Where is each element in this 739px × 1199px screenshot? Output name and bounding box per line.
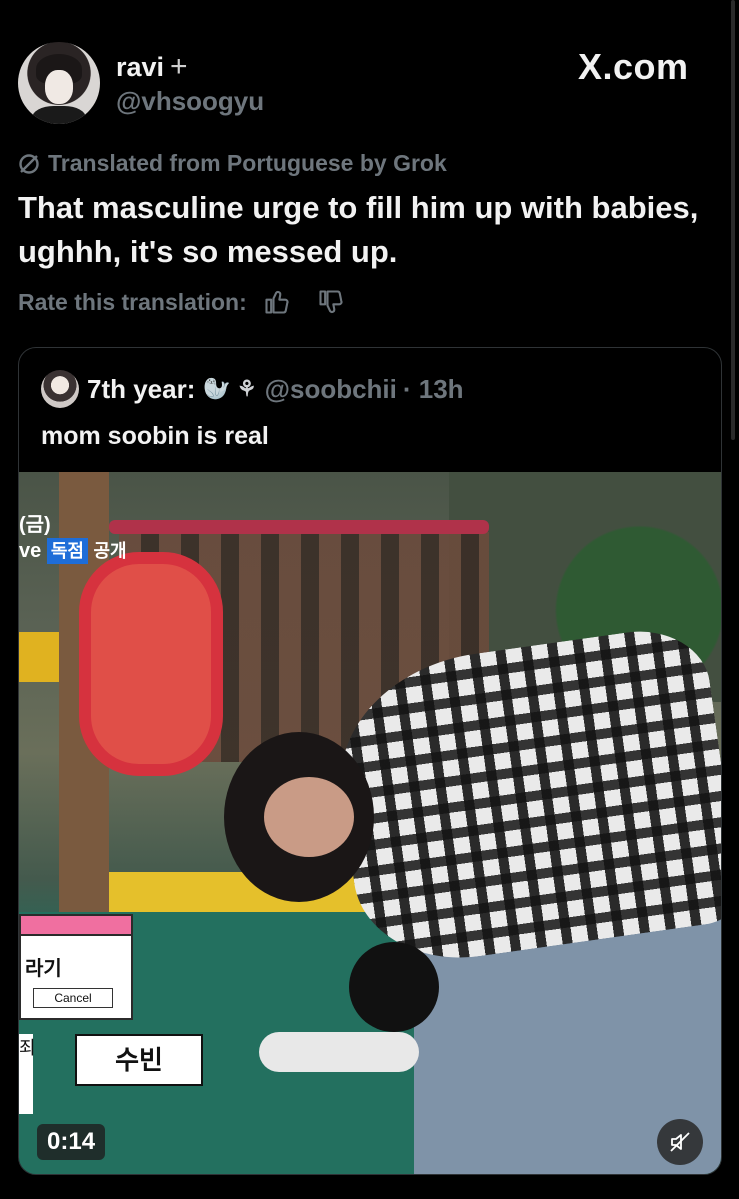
video-face [264,777,354,857]
video-overlay-brand: ve [19,540,42,562]
dialog-text: 라기 [25,958,62,980]
avatar-shirt [32,106,86,124]
mute-button[interactable] [657,1119,703,1165]
video-red-seat [79,552,223,776]
tweet-text: That masculine urge to fill him up with … [18,190,699,269]
video-timer: 0:14 [37,1124,106,1160]
video-child-arm [259,1032,419,1072]
quoted-avatar[interactable] [41,370,79,408]
rate-label: Rate this translation: [18,288,247,315]
quoted-emoji: 🦭 ⚘ [203,376,257,401]
translation-notice: Translated from Portuguese by Grok [18,150,447,177]
quoted-text: mom soobin is real [41,422,269,450]
dialog-titlebar [21,916,131,936]
video-side-label: 죄 [19,1034,36,1114]
video-player[interactable]: (금) ve 독점 공개 라기 Cancel 죄 수빈 0:14 [19,472,721,1174]
video-child [349,942,439,1032]
quoted-tweet[interactable]: 7th year: 🦭 ⚘ @soobchii · 13h mom soobin… [18,347,722,1175]
video-plaid-shirt [324,622,721,972]
video-overlay-day: (금) [19,514,51,536]
dialog-cancel-graphic: Cancel [33,988,113,1008]
video-person [224,622,721,1174]
translation-label: Translated from Portuguese by Grok [48,150,447,176]
author-handle[interactable]: @vhsoogyu [116,86,264,117]
speaker-muted-icon [670,1132,690,1152]
video-rail [109,520,489,534]
rate-translation: Rate this translation: [18,288,345,316]
plus-sparkle-icon: + [170,50,188,83]
x-logo: X.com [578,46,689,87]
author-name[interactable]: ravi + [116,50,188,84]
video-overlay-caption: (금) ve 독점 공개 [19,512,127,564]
video-name-label: 수빈 [75,1034,203,1086]
video-overlay-suffix: 공개 [93,541,127,561]
thumbs-down-icon[interactable] [317,288,345,316]
grok-icon [19,153,39,174]
quoted-name[interactable]: 7th year: [87,374,195,405]
video-yellow-block [19,632,59,682]
quoted-handle[interactable]: @soobchii [265,374,397,405]
avatar-face [45,70,73,104]
quoted-header: 7th year: 🦭 ⚘ @soobchii · 13h [41,370,464,408]
video-overlay-badge: 독점 [46,538,88,564]
scrollbar[interactable] [731,0,735,440]
author-avatar[interactable] [18,42,100,124]
author-name-text: ravi [116,52,165,82]
thumbs-up-icon[interactable] [263,288,291,316]
quoted-time[interactable]: · 13h [403,374,464,405]
video-dialog-graphic: 라기 Cancel [19,914,133,1020]
